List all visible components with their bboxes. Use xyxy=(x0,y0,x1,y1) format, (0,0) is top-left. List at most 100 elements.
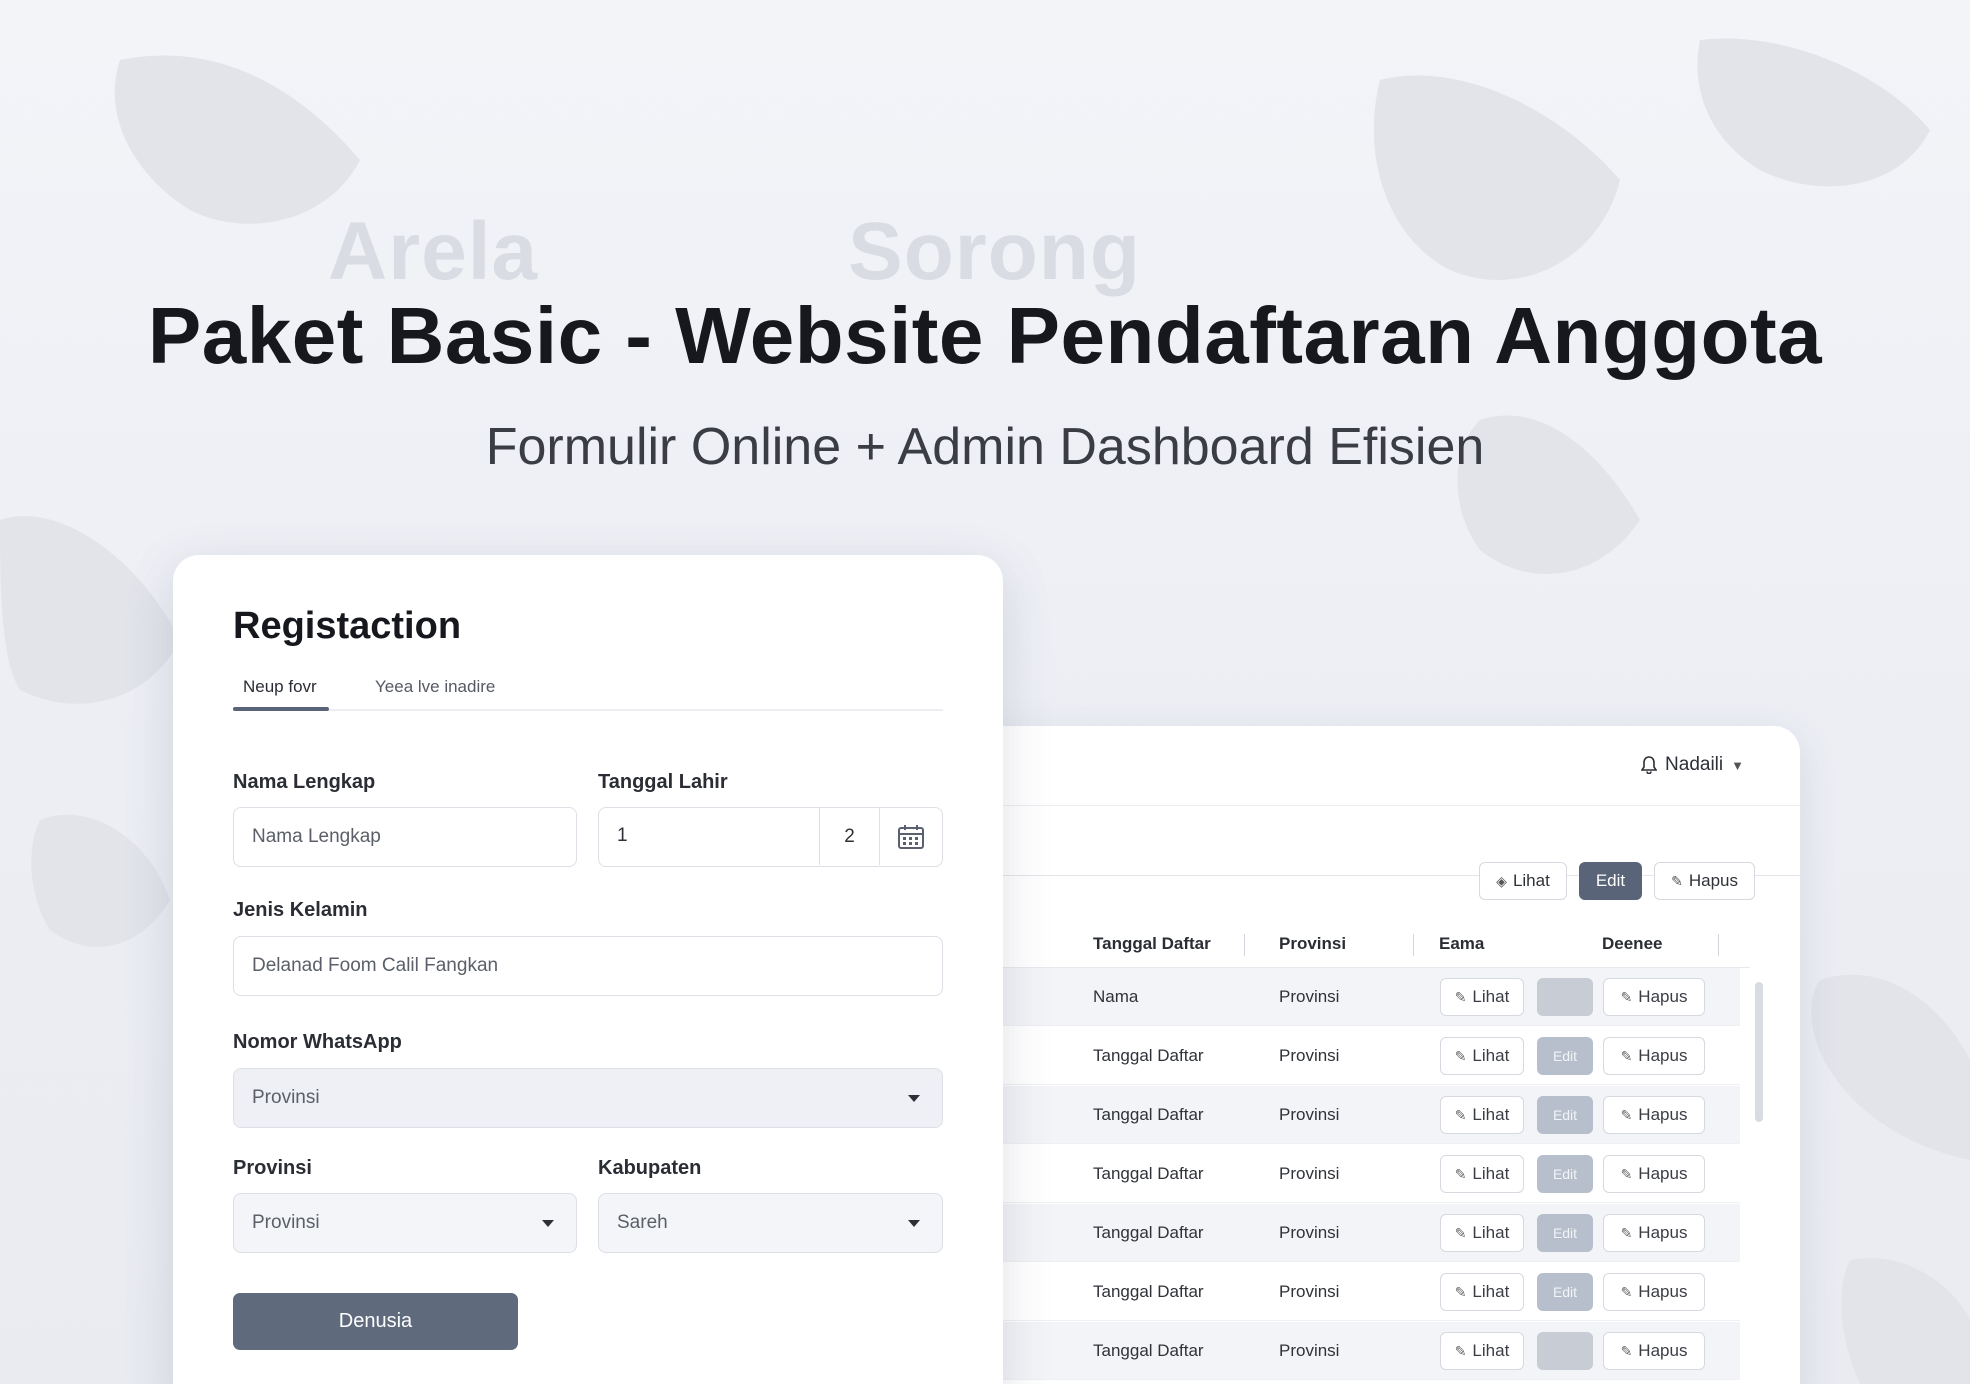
cell-provinsi: Provinsi xyxy=(1279,1282,1340,1301)
row-view-label: Lihat xyxy=(1472,1341,1510,1360)
form-tabs: Neup fovr Yeea lve inadire xyxy=(233,667,943,711)
pencil-icon: ✎ xyxy=(1454,1283,1467,1300)
row-edit-button[interactable]: Edit xyxy=(1537,1037,1593,1075)
table-row[interactable]: Tanggal Daftar Provinsi ✎ Lihat Edit ✎ Hapus xyxy=(960,1086,1740,1144)
chevron-down-icon xyxy=(542,1220,554,1227)
row-delete-button[interactable]: ✎ Hapus xyxy=(1603,1155,1705,1193)
cell-provinsi: Provinsi xyxy=(1279,1105,1340,1124)
tanggal-lahir-input[interactable]: 1 2 xyxy=(598,807,943,867)
table-row[interactable]: Tanggal Daftar Provinsi ✎ Lihat ✎ Hapus xyxy=(960,1322,1740,1380)
row-delete-button[interactable]: ✎ Hapus xyxy=(1603,1214,1705,1252)
pencil-icon: ✎ xyxy=(1620,1342,1633,1359)
row-delete-label: Hapus xyxy=(1638,1282,1688,1301)
pencil-icon: ✎ xyxy=(1620,1224,1633,1241)
row-edit-button[interactable]: Edit xyxy=(1537,1096,1593,1134)
pencil-icon: ✎ xyxy=(1620,988,1633,1005)
pencil-icon: ✎ xyxy=(1620,1165,1633,1182)
view-button[interactable]: ◈ Lihat xyxy=(1479,862,1567,900)
scrollbar-thumb[interactable] xyxy=(1755,982,1763,1122)
eye-icon: ◈ xyxy=(1496,872,1507,889)
column-header[interactable]: Eama xyxy=(1439,934,1484,954)
row-edit-button[interactable]: Edit xyxy=(1537,1273,1593,1311)
row-delete-label: Hapus xyxy=(1638,987,1688,1006)
column-divider xyxy=(1244,934,1245,956)
jenis-kelamin-input[interactable]: Delanad Foom Calil Fangkan xyxy=(233,936,943,996)
month-field[interactable]: 2 xyxy=(819,808,879,865)
pencil-icon: ✎ xyxy=(1620,1106,1633,1123)
pencil-icon: ✎ xyxy=(1620,1283,1633,1300)
cell-tanggal-daftar: Tanggal Daftar xyxy=(1093,1282,1204,1301)
row-edit-button[interactable]: Edit xyxy=(1537,1155,1593,1193)
nama-lengkap-label: Nama Lengkap xyxy=(233,771,376,793)
view-label: Lihat xyxy=(1512,871,1550,890)
row-view-button[interactable]: ✎ Lihat xyxy=(1440,1273,1524,1311)
tab-second[interactable]: Yeea lve inadire xyxy=(375,677,495,697)
table-row[interactable]: Nama Provinsi ✎ Lihat ✎ Hapus xyxy=(960,968,1740,1026)
registration-card: Registaction Neup fovr Yeea lve inadire … xyxy=(173,555,1003,1384)
row-delete-button[interactable]: ✎ Hapus xyxy=(1603,978,1705,1016)
table-header: Tanggal Daftar Provinsi Eama Deenee xyxy=(960,922,1750,968)
jenis-kelamin-label: Jenis Kelamin xyxy=(233,899,368,921)
column-header[interactable]: Tanggal Daftar xyxy=(1093,934,1211,954)
landmass-shape xyxy=(1811,974,1970,1160)
column-header[interactable]: Deenee xyxy=(1602,934,1662,954)
row-view-button[interactable]: ✎ Lihat xyxy=(1440,978,1524,1016)
user-name: Nadaili xyxy=(1665,754,1724,775)
calendar-button[interactable] xyxy=(879,808,941,865)
table-row[interactable]: Tanggal Daftar Provinsi ✎ Lihat Edit ✎ Hapus xyxy=(960,1145,1740,1203)
pencil-icon: ✎ xyxy=(1454,1047,1467,1064)
bulk-actions: ◈ Lihat Edit ✎ Hapus xyxy=(1479,862,1755,900)
pencil-icon: ✎ xyxy=(1454,1224,1467,1241)
row-view-button[interactable]: ✎ Lihat xyxy=(1440,1332,1524,1370)
cell-provinsi: Provinsi xyxy=(1279,1164,1340,1183)
row-delete-button[interactable]: ✎ Hapus xyxy=(1603,1332,1705,1370)
table-scrollbar[interactable] xyxy=(1752,922,1766,1384)
admin-dashboard-panel: Nadaili ▼ ◈ Lihat Edit ✎ Hapus Tanggal Daf… xyxy=(960,726,1800,1384)
row-view-label: Lihat xyxy=(1472,1223,1510,1242)
chevron-down-icon xyxy=(908,1220,920,1227)
row-delete-label: Hapus xyxy=(1638,1164,1688,1183)
row-delete-button[interactable]: ✎ Hapus xyxy=(1603,1273,1705,1311)
row-edit-button[interactable] xyxy=(1537,1332,1593,1370)
row-view-button[interactable]: ✎ Lihat xyxy=(1440,1096,1524,1134)
tab-new-form[interactable]: Neup fovr xyxy=(243,677,317,697)
nomor-whatsapp-select[interactable]: Provinsi xyxy=(233,1068,943,1128)
nama-lengkap-input[interactable]: Nama Lengkap xyxy=(233,807,577,867)
row-edit-button[interactable]: Edit xyxy=(1537,1214,1593,1252)
kabupaten-select[interactable]: Sareh xyxy=(598,1193,943,1253)
row-view-button[interactable]: ✎ Lihat xyxy=(1440,1214,1524,1252)
nomor-whatsapp-value: Provinsi xyxy=(252,1087,320,1108)
table-row[interactable]: Tanggal Daftar Provinsi ✎ Lihat Edit ✎ Hapus xyxy=(960,1263,1740,1321)
form-title: Registaction xyxy=(233,605,462,647)
calendar-icon xyxy=(897,824,924,849)
user-menu[interactable]: Nadaili ▼ xyxy=(1641,754,1744,776)
row-delete-button[interactable]: ✎ Hapus xyxy=(1603,1096,1705,1134)
submit-button[interactable]: Denusia xyxy=(233,1293,518,1350)
row-delete-label: Hapus xyxy=(1638,1341,1688,1360)
day-field[interactable]: 1 xyxy=(617,825,628,847)
delete-button[interactable]: ✎ Hapus xyxy=(1654,862,1755,900)
pencil-icon: ✎ xyxy=(1454,1106,1467,1123)
kabupaten-value: Sareh xyxy=(617,1212,668,1233)
row-delete-label: Hapus xyxy=(1638,1223,1688,1242)
active-tab-indicator xyxy=(233,707,329,711)
admin-topbar: Nadaili ▼ xyxy=(960,726,1800,806)
pencil-icon: ✎ xyxy=(1454,1342,1467,1359)
table-row[interactable]: Tanggal Daftar Provinsi ✎ Lihat Edit ✎ Hapus xyxy=(960,1204,1740,1262)
row-delete-button[interactable]: ✎ Hapus xyxy=(1603,1037,1705,1075)
row-view-button[interactable]: ✎ Lihat xyxy=(1440,1155,1524,1193)
row-edit-button[interactable] xyxy=(1537,978,1593,1016)
bell-icon xyxy=(1641,756,1658,774)
edit-button[interactable]: Edit xyxy=(1578,862,1643,900)
row-view-button[interactable]: ✎ Lihat xyxy=(1440,1037,1524,1075)
map-label: Sorong xyxy=(848,206,1141,297)
column-divider xyxy=(1413,934,1414,956)
row-delete-label: Hapus xyxy=(1638,1105,1688,1124)
provinsi-label: Provinsi xyxy=(233,1157,312,1179)
landmass-shape xyxy=(114,55,360,224)
table-row[interactable]: Tanggal Daftar Provinsi ✎ Lihat Edit ✎ Hapus xyxy=(960,1027,1740,1085)
cell-provinsi: Provinsi xyxy=(1279,1223,1340,1242)
provinsi-select[interactable]: Provinsi xyxy=(233,1193,577,1253)
cell-tanggal-daftar: Tanggal Daftar xyxy=(1093,1341,1204,1360)
column-header[interactable]: Provinsi xyxy=(1279,934,1346,954)
